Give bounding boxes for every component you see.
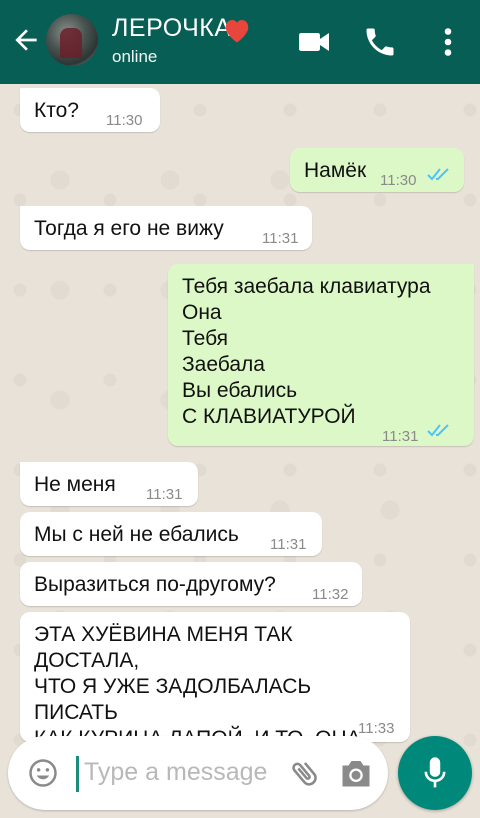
message-text: Намёк (304, 159, 367, 182)
message-time: 11:32 (312, 586, 349, 603)
message-text: Кто? (34, 99, 79, 122)
mic-icon (424, 757, 446, 788)
message-incoming[interactable]: Не меня 11:31 (20, 462, 198, 506)
video-call-icon[interactable] (296, 24, 332, 60)
emoji-icon[interactable] (28, 758, 58, 788)
message-time: 11:31 (382, 428, 419, 445)
heart-icon (225, 20, 249, 43)
chat-screen: ЛЕРОЧКА online Кто? 11:30 Намёк 11:30 То… (0, 0, 480, 818)
message-incoming[interactable]: Выразиться по-другому? 11:32 (20, 562, 362, 606)
contact-title[interactable]: ЛЕРОЧКА online (112, 14, 232, 67)
message-incoming[interactable]: ЭТА ХУЁВИНА МЕНЯ ТАК ДОСТАЛА, ЧТО Я УЖЕ … (20, 612, 410, 776)
voice-record-button[interactable] (398, 736, 472, 810)
message-outgoing[interactable]: Намёк 11:30 (290, 148, 464, 192)
text-cursor (76, 756, 79, 792)
message-text: Тебя заебала клавиатура Она Тебя Заебала… (182, 275, 431, 428)
more-vert-icon[interactable] (430, 24, 466, 60)
message-incoming[interactable]: Кто? 11:30 (20, 88, 160, 132)
message-input[interactable]: Type a message (84, 758, 267, 787)
read-ticks-icon (427, 168, 449, 181)
message-time: 11:31 (262, 230, 299, 247)
back-arrow-icon[interactable] (10, 24, 42, 56)
message-time: 11:30 (106, 112, 143, 129)
contact-status: online (112, 47, 158, 66)
message-text: Тогда я его не вижу (34, 217, 224, 240)
attach-icon[interactable] (288, 756, 322, 790)
message-text: Не меня (34, 473, 116, 496)
message-time: 11:31 (270, 536, 307, 553)
message-text: Выразиться по-другому? (34, 573, 276, 596)
message-text: Мы с ней не ебались (34, 523, 239, 546)
message-incoming[interactable]: Мы с ней не ебались 11:31 (20, 512, 322, 556)
avatar[interactable] (46, 14, 98, 66)
message-outgoing[interactable]: Тебя заебала клавиатура Она Тебя Заебала… (168, 264, 474, 446)
message-composer[interactable]: Type a message (8, 736, 388, 810)
read-ticks-icon (427, 424, 449, 437)
contact-name: ЛЕРОЧКА (112, 14, 232, 42)
chat-header: ЛЕРОЧКА online (0, 0, 480, 84)
message-time: 11:31 (146, 486, 183, 503)
phone-icon[interactable] (362, 24, 398, 60)
message-incoming[interactable]: Тогда я его не вижу 11:31 (20, 206, 312, 250)
message-time: 11:30 (380, 172, 417, 189)
camera-icon[interactable] (338, 756, 374, 790)
